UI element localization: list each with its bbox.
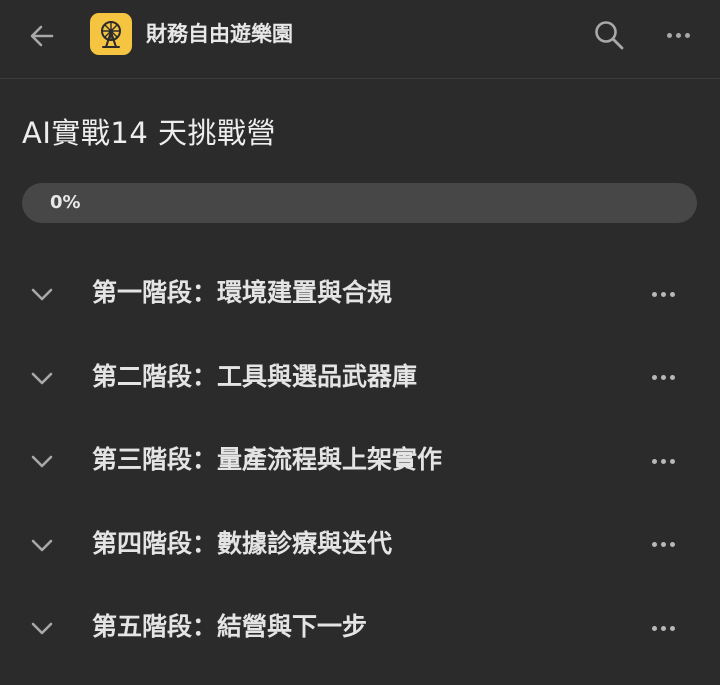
chevron-down-icon[interactable] xyxy=(28,614,56,642)
ferris-wheel-icon xyxy=(101,21,121,48)
chevron-down-icon[interactable] xyxy=(28,531,56,559)
section-item[interactable]: 第三階段：量產流程與上架實作 xyxy=(0,419,720,503)
search-icon xyxy=(595,21,624,50)
app-title[interactable]: 財務自由遊樂園 xyxy=(146,18,293,50)
section-label: 第五階段：結營與下一步 xyxy=(92,612,368,641)
more-horizontal-icon xyxy=(651,458,675,464)
section-label: 第三階段：量產流程與上架實作 xyxy=(92,445,443,474)
section-list: 第一階段：環境建置與合規 第二階段：工具與選品武器庫 第三階段：量產流程與上架實… xyxy=(0,252,720,670)
chevron-down-icon[interactable] xyxy=(28,447,56,475)
more-options-button[interactable] xyxy=(656,14,700,56)
section-more-button[interactable] xyxy=(640,610,686,646)
section-more-button[interactable] xyxy=(640,360,686,396)
top-app-bar: 財務自由遊樂園 xyxy=(0,0,720,79)
section-label: 第一階段：環境建置與合規 xyxy=(92,278,393,307)
arrow-left-icon xyxy=(30,25,54,47)
section-item[interactable]: 第五階段：結營與下一步 xyxy=(0,586,720,670)
course-title: AI實戰14 天挑戰營 xyxy=(22,116,277,150)
course-progress-bar: 0% xyxy=(22,183,697,223)
section-more-button[interactable] xyxy=(640,276,686,312)
search-button[interactable] xyxy=(588,14,630,56)
more-horizontal-icon xyxy=(651,375,675,380)
section-label: 第四階段：數據診療與迭代 xyxy=(92,528,393,558)
progress-label: 0% xyxy=(50,192,81,213)
more-horizontal-icon xyxy=(651,542,675,547)
section-item[interactable]: 第四階段：數據診療與迭代 xyxy=(0,503,720,587)
chevron-down-icon[interactable] xyxy=(28,280,56,308)
back-button[interactable] xyxy=(22,16,62,56)
more-horizontal-icon xyxy=(666,32,690,38)
app-logo[interactable] xyxy=(90,13,132,55)
section-item[interactable]: 第一階段：環境建置與合規 xyxy=(0,252,720,336)
chevron-down-icon[interactable] xyxy=(28,364,56,392)
section-item[interactable]: 第二階段：工具與選品武器庫 xyxy=(0,336,720,420)
more-horizontal-icon xyxy=(651,291,675,297)
section-more-button[interactable] xyxy=(640,443,686,479)
more-horizontal-icon xyxy=(651,625,675,631)
section-label: 第二階段：工具與選品武器庫 xyxy=(92,361,418,391)
section-more-button[interactable] xyxy=(640,527,686,563)
